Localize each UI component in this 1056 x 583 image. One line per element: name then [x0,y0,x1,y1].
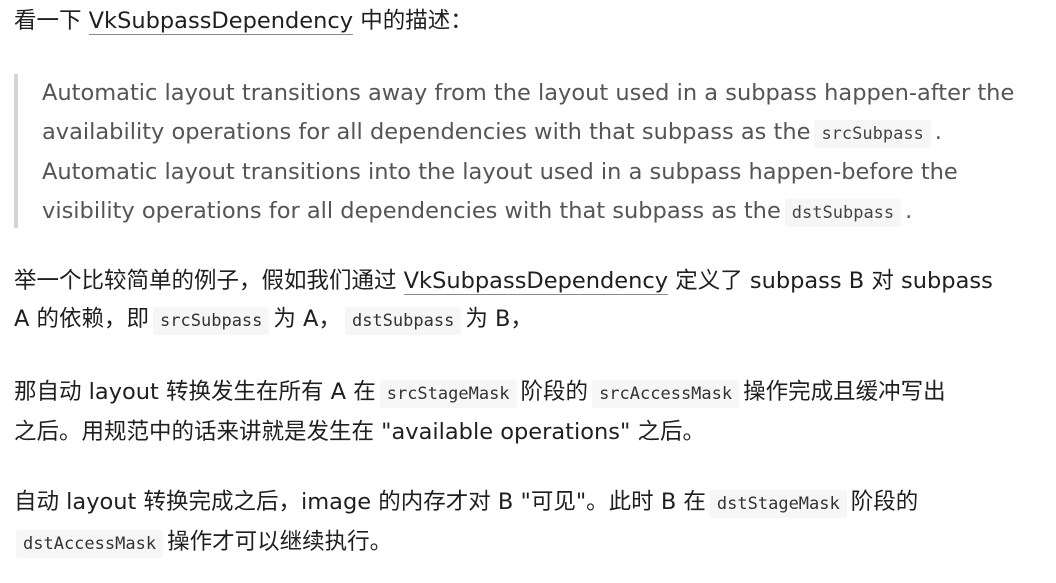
dst-access-mask-code: dstAccessMask [16,530,164,558]
quote-line-4-text: visibility operations for all dependenci… [42,197,781,224]
blockquote-text: Automatic layout transitions away from t… [42,74,1044,232]
transition-line-1-post: 操作完成且缓冲写出 [743,379,946,405]
quote-line-1: Automatic layout transitions away from t… [42,80,1015,106]
vksubpassdependency-link[interactable]: VkSubpassDependency [88,8,354,35]
quote-line-2-end: . [934,118,942,145]
intro-prefix: 看一下 [14,8,89,34]
after-paragraph: 自动 layout 转换完成之后，image 的内存才对 B "可见"。此时 B… [14,483,1050,563]
dst-subpass-code-2: dstSubpass [344,307,462,335]
transition-line-1-pre: 那自动 layout 转换发生在所有 A 在 [14,379,376,405]
transition-line-1-mid: 阶段的 [520,379,589,405]
example-line-1-post: 定义了 subpass B 对 subpass [668,268,993,294]
transition-line-1: 那自动 layout 转换发生在所有 A 在 srcStageMask 阶段的 src… [14,373,1050,413]
example-line-2-mid: 为 A， [273,306,341,332]
after-line-2: dstAccessMask 操作才可以继续执行。 [14,523,1050,563]
src-stage-mask-code: srcStageMask [379,380,517,408]
src-access-mask-code: srcAccessMask [592,380,740,408]
example-line-1: 举一个比较简单的例子，假如我们通过 VkSubpassDependency 定义… [14,262,1050,300]
vksubpassdependency-link-2[interactable]: VkSubpassDependency [403,268,669,295]
transition-line-2: 之后。用规范中的话来讲就是发生在 "available operations" … [14,419,705,445]
example-line-2-post: 为 B， [465,306,533,332]
after-line-2-post: 操作才可以继续执行。 [167,529,393,555]
example-paragraph: 举一个比较简单的例子，假如我们通过 VkSubpassDependency 定义… [14,262,1050,340]
src-subpass-code-2: srcSubpass [153,307,270,335]
quote-line-4: visibility operations for all dependenci… [42,192,1044,233]
example-line-2-pre: A 的依赖，即 [14,306,150,332]
dst-stage-mask-code: dstStageMask [709,490,847,518]
after-line-1: 自动 layout 转换完成之后，image 的内存才对 B "可见"。此时 B… [14,483,1050,523]
dst-subpass-code: dstSubpass [784,198,902,227]
example-line-1-pre: 举一个比较简单的例子，假如我们通过 [14,268,404,294]
quote-line-3: Automatic layout transitions into the la… [42,159,958,185]
spec-blockquote: Automatic layout transitions away from t… [14,74,1044,228]
quote-line-2-text: availability operations for all dependen… [42,118,811,145]
transition-paragraph: 那自动 layout 转换发生在所有 A 在 srcStageMask 阶段的 src… [14,373,1050,451]
after-line-1-pre: 自动 layout 转换完成之后，image 的内存才对 B "可见"。此时 B… [14,489,706,515]
src-subpass-code: srcSubpass [814,119,931,148]
intro-paragraph: 看一下 VkSubpassDependency 中的描述： [14,2,1050,40]
intro-suffix: 中的描述： [353,8,473,34]
quote-line-2: availability operations for all dependen… [42,113,1044,154]
after-line-1-post: 阶段的 [850,489,919,515]
quote-line-4-end: . [905,197,913,224]
example-line-2: A 的依赖，即 srcSubpass 为 A， dstSubpass 为 B， [14,300,1050,340]
